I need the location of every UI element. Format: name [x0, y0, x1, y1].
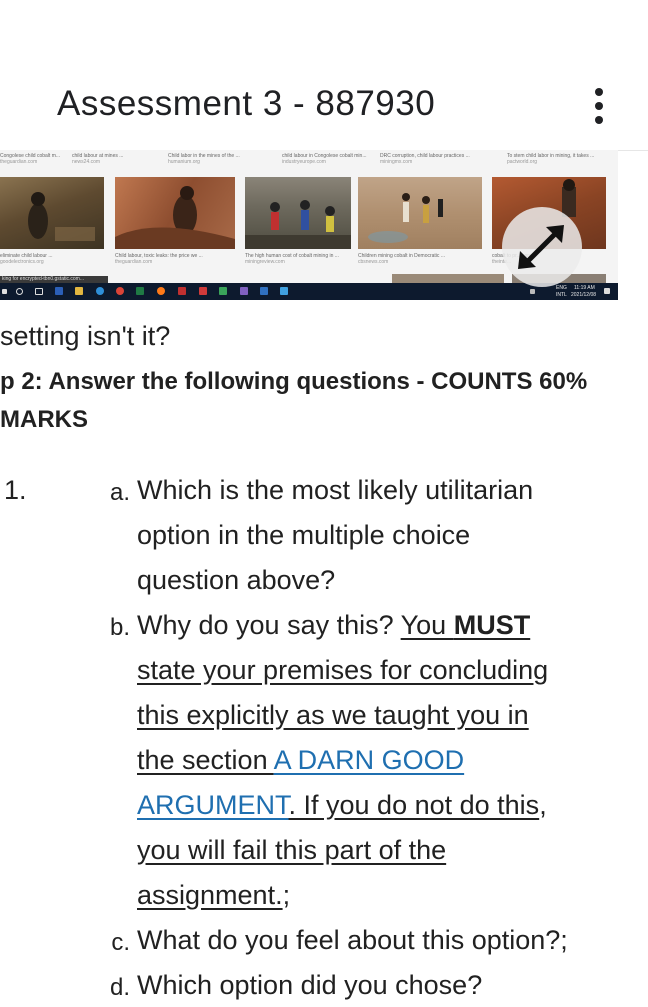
caption: DRC corruption, child labour practices .… — [380, 153, 470, 165]
expand-image-button[interactable] — [502, 207, 582, 287]
item-b-text: you will fail this part of the — [137, 835, 447, 865]
image-thumbnail[interactable] — [0, 177, 104, 249]
item-a-text: option in the multiple choice — [137, 520, 471, 550]
caption: To stem child labor in mining, it takes … — [507, 153, 595, 165]
item-b-underlined: You — [400, 610, 454, 640]
caption: Children mining cobalt in Democratic ...… — [358, 253, 445, 265]
argument-section-link[interactable]: ARGUMENT — [137, 790, 289, 820]
excel-icon[interactable] — [136, 287, 144, 295]
item-b-plain: ; — [282, 880, 291, 910]
app-icon[interactable] — [178, 287, 186, 295]
expand-arrows-icon — [518, 225, 564, 269]
item-b-underlined: assignment. — [137, 880, 283, 910]
app-icon[interactable] — [219, 287, 227, 295]
item-b-text: ARGUMENT. If you do not do this, — [137, 790, 547, 821]
status-url-bar: king for encrypted-tbn0.gstatic.com... — [0, 276, 108, 283]
caption: eliminate child labour ... goodelectronic… — [0, 253, 53, 265]
question-number: 1. — [4, 475, 27, 505]
caption: Child labor in the mines of the ... human… — [168, 153, 240, 165]
app-icon[interactable] — [280, 287, 288, 295]
image-thumbnail[interactable] — [115, 177, 235, 249]
item-b-plain: , — [539, 790, 547, 820]
item-b-text: state your premises for concluding — [137, 655, 549, 685]
item-letter: d. — [109, 974, 130, 1001]
item-a-text: question above? — [137, 565, 336, 595]
word-icon[interactable] — [55, 287, 63, 295]
firefox-icon[interactable] — [157, 287, 165, 295]
item-b-underlined: the section — [137, 745, 274, 775]
image-thumbnail[interactable] — [245, 177, 351, 249]
search-icon[interactable] — [16, 288, 23, 295]
app-icon[interactable] — [260, 287, 268, 295]
page-title: Assessment 3 - 887930 — [57, 84, 436, 123]
explorer-icon[interactable] — [75, 287, 83, 295]
item-b-text: this explicitly as we taught you in — [137, 700, 529, 730]
step-heading: p 2: Answer the following questions - CO… — [0, 368, 588, 395]
caption: Child labour, toxic leaks: the price we … — [115, 253, 203, 265]
more-options-icon[interactable] — [590, 88, 610, 124]
tray-date[interactable]: 2021/12/08 — [571, 292, 596, 298]
caption: child labour in Congolese cobalt min... i… — [282, 153, 367, 165]
item-a-text: Which is the most likely utilitarian — [137, 475, 534, 505]
item-b-text: the section A DARN GOOD — [137, 745, 464, 776]
caption: child labour at mines ... news24.com — [72, 153, 124, 165]
item-b-text: assignment.; — [137, 880, 290, 911]
tray-region[interactable]: INTL — [556, 292, 567, 298]
notification-icon[interactable] — [604, 288, 610, 294]
intro-text: setting isn't it? — [0, 321, 171, 351]
item-b-must: MUST — [453, 610, 531, 640]
app-icon[interactable] — [240, 287, 248, 295]
caption: Congolese child cobalt m... theguardian.c… — [0, 153, 61, 165]
caption: The high human cost of cobalt mining in … — [245, 253, 339, 265]
network-icon[interactable] — [530, 289, 535, 294]
item-b-underlined: . If you do not do this — [288, 790, 540, 820]
item-letter: b. — [109, 614, 130, 641]
edge-icon[interactable] — [96, 287, 104, 295]
argument-section-link[interactable]: A DARN GOOD — [274, 745, 465, 775]
item-b-text: Why do you say this? You MUST — [137, 610, 530, 641]
item-c-text: What do you feel about this option?; — [137, 925, 568, 955]
item-d-text: Which option did you chose? — [137, 970, 483, 1000]
item-letter: c. — [111, 929, 130, 956]
task-view-icon[interactable] — [35, 288, 43, 295]
app-icon[interactable] — [199, 287, 207, 295]
image-thumbnail[interactable] — [358, 177, 482, 249]
start-icon[interactable] — [2, 289, 7, 294]
step-heading-cont: MARKS — [0, 406, 88, 433]
item-letter: a. — [109, 479, 130, 506]
chrome-icon[interactable] — [116, 287, 124, 295]
item-b-plain: Why do you say this? — [137, 610, 401, 640]
app-bar: Assessment 3 - 887930 — [0, 0, 648, 151]
